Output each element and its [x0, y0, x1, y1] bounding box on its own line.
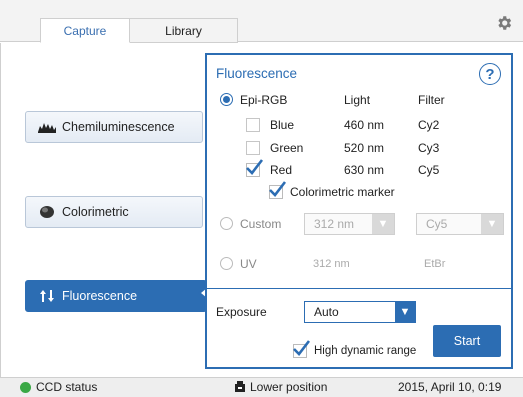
uv-filter: EtBr [424, 258, 446, 270]
top-bar: Capture Library [0, 0, 523, 43]
mode-chemiluminescence-button[interactable]: Chemiluminescence [25, 111, 203, 143]
panel-title: Fluorescence [216, 66, 298, 81]
custom-filter-select[interactable]: Cy5 ▼ [416, 213, 504, 235]
ccd-status-label: CCD status [36, 380, 98, 394]
channel-green-light: 520 nm [344, 141, 385, 155]
camera-position-icon [235, 381, 245, 392]
mode-fluorescence-label: Fluorescence [62, 289, 138, 303]
channel-green-label: Green [270, 141, 304, 155]
radio-custom[interactable] [220, 217, 233, 230]
chevron-down-icon: ▼ [395, 302, 415, 322]
custom-label: Custom [240, 217, 282, 231]
channel-red-light: 630 nm [344, 163, 385, 177]
uv-light: 312 nm [313, 258, 350, 270]
exposure-value: Auto [314, 305, 339, 319]
app-window: Capture Library Chemiluminescence Colori… [0, 0, 523, 397]
datetime: 2015, April 10, 0:19 [398, 380, 502, 394]
chevron-down-icon: ▼ [372, 214, 394, 234]
start-button[interactable]: Start [433, 325, 501, 357]
custom-light-select[interactable]: 312 nm ▼ [304, 213, 395, 235]
checkbox-blue[interactable] [246, 118, 260, 132]
ccd-status: CCD status [20, 380, 97, 394]
channel-blue-filter: Cy2 [418, 118, 440, 132]
mode-sidebar: Chemiluminescence Colorimetric Fluoresce… [0, 43, 210, 377]
fluorescence-panel: Fluorescence ? Epi-RGB Light Filter Blue… [205, 53, 513, 369]
mode-colorimetric-button[interactable]: Colorimetric [25, 196, 203, 228]
position-label: Lower position [250, 380, 328, 394]
radio-uv[interactable] [220, 257, 233, 270]
position-status: Lower position [234, 380, 327, 394]
channel-red-filter: Cy5 [418, 163, 440, 177]
chevron-down-icon: ▼ [481, 214, 503, 234]
chemiluminescence-icon [38, 120, 56, 134]
checkmark-icon [293, 340, 311, 356]
channel-blue-light: 460 nm [344, 118, 385, 132]
mode-chemiluminescence-label: Chemiluminescence [62, 120, 175, 134]
hdr-label: High dynamic range [314, 345, 417, 357]
channel-green-filter: Cy3 [418, 141, 440, 155]
help-icon[interactable]: ? [479, 63, 501, 85]
gear-icon[interactable] [495, 14, 513, 32]
custom-filter-value: Cy5 [426, 217, 448, 231]
status-bar: CCD status Lower position 2015, April 10… [0, 377, 523, 397]
exposure-label: Exposure [216, 305, 267, 319]
mode-colorimetric-label: Colorimetric [62, 205, 129, 219]
mode-fluorescence-button[interactable]: Fluorescence [25, 280, 207, 312]
fluorescence-arrows-icon [38, 289, 56, 303]
light-column-header: Light [344, 93, 371, 107]
channel-red-label: Red [270, 163, 293, 177]
filter-column-header: Filter [418, 93, 445, 107]
uv-label: UV [240, 257, 257, 271]
status-ok-icon [20, 381, 31, 393]
channel-blue-label: Blue [270, 118, 295, 132]
tab-capture[interactable]: Capture [40, 18, 130, 43]
checkbox-green[interactable] [246, 141, 260, 155]
exposure-select[interactable]: Auto ▼ [304, 301, 416, 323]
checkmark-icon [269, 181, 287, 197]
colorimetric-icon [38, 205, 56, 219]
checkmark-icon [246, 159, 264, 175]
tab-library[interactable]: Library [130, 18, 238, 43]
epi-rgb-label: Epi-RGB [240, 93, 288, 107]
custom-light-value: 312 nm [314, 217, 355, 231]
radio-epi-rgb[interactable] [220, 93, 233, 106]
colorimetric-marker-label: Colorimetric marker [290, 185, 395, 199]
section-divider [207, 288, 511, 289]
